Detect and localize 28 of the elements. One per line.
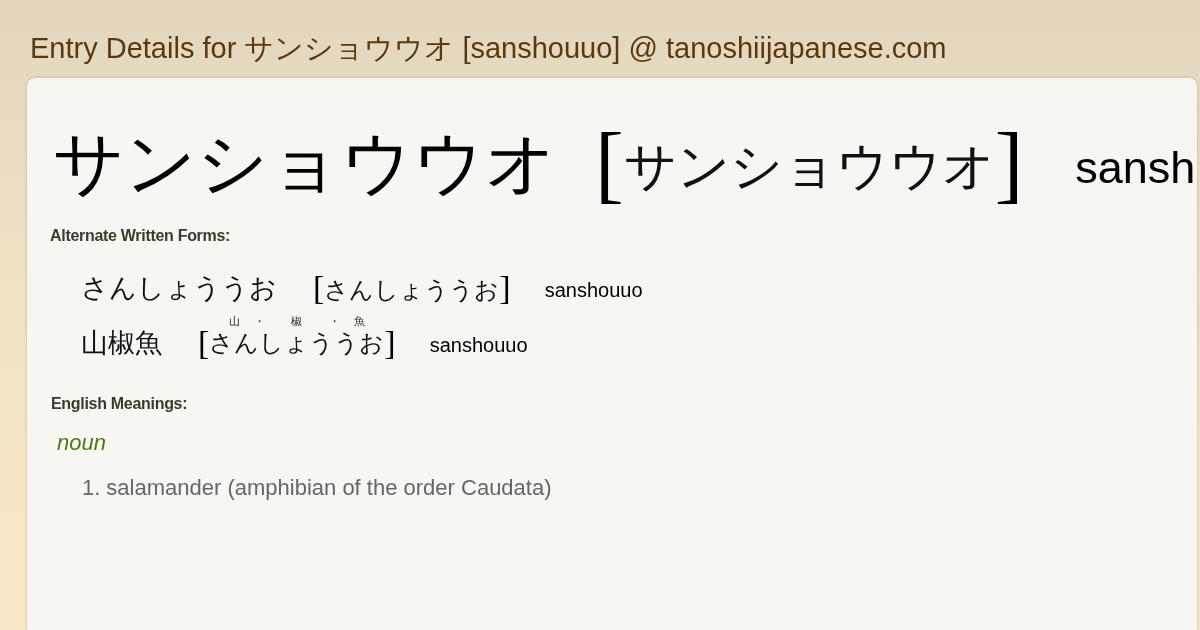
page-title: Entry Details for サンショウウオ [sanshouuo] @ tanoshiijapanese.com (29, 31, 947, 66)
furigana-text: 魚 (353, 316, 365, 328)
sense-text: salamander (amphibian of the order Caudata) (106, 474, 552, 502)
romaji-text: sanshouuo (544, 278, 643, 302)
opening-bracket: [ (313, 270, 325, 306)
furigana-text: 山 (228, 316, 240, 328)
closing-bracket: ] (994, 118, 1024, 208)
written-form: さんしょううお (81, 272, 277, 304)
romaji-text: sanshouuo (429, 333, 528, 357)
sense-number: 1. (82, 474, 101, 502)
reading-text: さん (209, 328, 260, 357)
opening-bracket: [ (595, 118, 624, 208)
opening-bracket: [ (198, 325, 210, 361)
furigana-text: 椒 (291, 316, 303, 328)
section-heading: Alternate Written Forms: (49, 226, 231, 246)
written-form: 山椒魚 (81, 327, 162, 359)
romaji-text: sansh (1075, 141, 1196, 195)
reading-text: さんしょううお (324, 274, 500, 305)
closing-bracket: ] (384, 325, 396, 361)
headword: サンショウウオ (53, 123, 557, 203)
furigana-separator: ・ (328, 316, 340, 328)
section-heading: English Meanings: (50, 394, 188, 414)
part-of-speech: noun (56, 429, 106, 457)
closing-bracket: ] (499, 270, 511, 306)
furigana-separator: ・ (253, 316, 265, 328)
reading-text: しょう (259, 328, 335, 357)
reading-text: うお (334, 328, 385, 357)
reading-text: サンショウウオ (623, 135, 995, 196)
